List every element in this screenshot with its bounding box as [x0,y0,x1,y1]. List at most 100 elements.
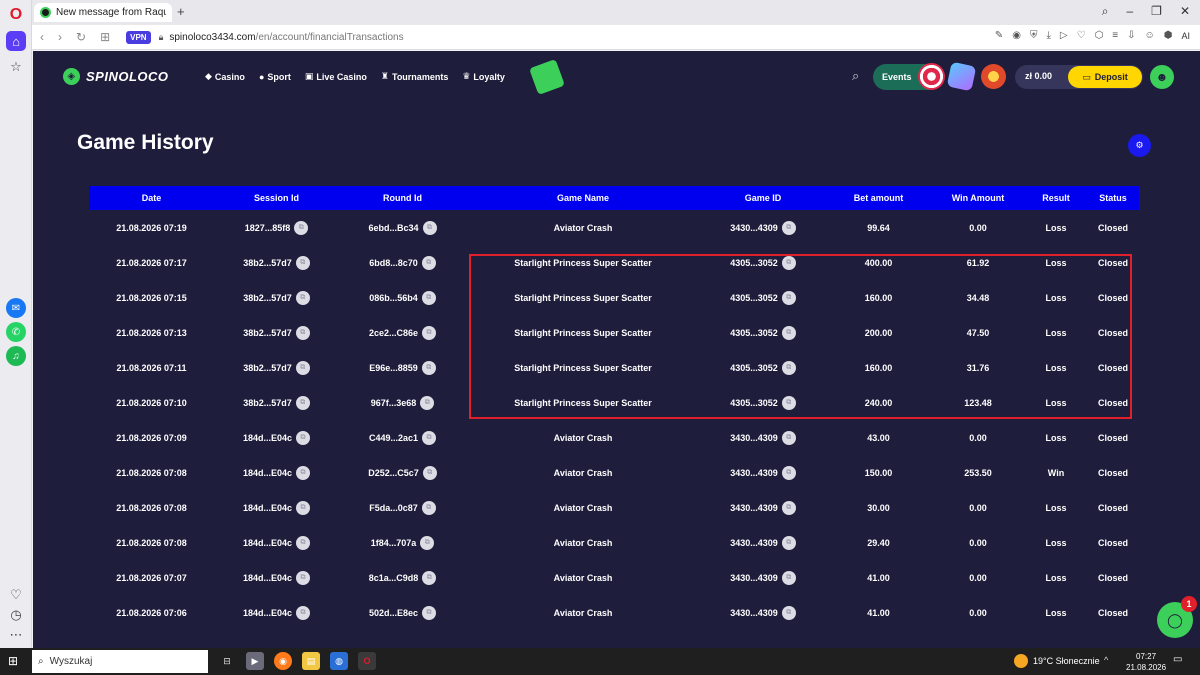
copy-icon[interactable]: ⧉ [422,325,437,340]
nav-sport[interactable]: ● Sport [259,71,291,82]
firefox-icon[interactable]: ◉ [274,652,292,670]
copy-icon[interactable]: ⧉ [781,570,796,585]
bookmark-star-icon[interactable]: ☆ [6,57,26,77]
copy-icon[interactable]: ⧉ [296,570,311,585]
lock-icon[interactable]: 🔒︎ [159,32,164,43]
copy-icon[interactable]: ⧉ [421,290,436,305]
copy-icon[interactable]: ⧉ [421,500,436,515]
header-bet-amount[interactable]: Bet amount [826,193,931,203]
copy-icon[interactable]: ⧉ [295,255,310,270]
browser-tab[interactable]: New message from Raqu [34,3,172,22]
deposit-button[interactable]: ▭ Deposit [1068,66,1142,88]
maximize-icon[interactable]: ❐ [1151,4,1162,19]
cash-promo-icon[interactable] [529,59,565,95]
header-win-amount[interactable]: Win Amount [931,193,1025,203]
workspace-home-icon[interactable]: ⌂ [6,31,26,51]
copy-icon[interactable]: ⧉ [422,430,437,445]
system-tray-chevron-icon[interactable]: ^ [1104,655,1108,665]
history-clock-icon[interactable]: ◷ [6,605,26,625]
copy-icon[interactable]: ⧉ [295,290,310,305]
copy-icon[interactable]: ⧉ [294,220,309,235]
heart-icon[interactable]: ♡ [6,585,26,605]
filter-settings-button[interactable]: ⚙ [1128,134,1151,157]
nav-tournaments[interactable]: ♜ Tournaments [381,71,448,82]
nav-loyalty[interactable]: ♛ Loyalty [462,71,505,82]
header-status[interactable]: Status [1087,193,1139,203]
whatsapp-icon[interactable]: ✆ [6,322,26,342]
copy-icon[interactable]: ⧉ [421,255,436,270]
search-tabs-icon[interactable]: ⌕ [1102,4,1109,19]
copy-icon[interactable]: ⧉ [422,220,437,235]
copy-icon[interactable]: ⧉ [781,325,796,340]
header-round-id[interactable]: Round Id [339,193,466,203]
copy-icon[interactable]: ⧉ [781,430,796,445]
copy-icon[interactable]: ⧉ [781,290,796,305]
copy-icon[interactable]: ⧉ [295,360,310,375]
ai-button[interactable]: AI [1181,31,1190,41]
nav-live-casino[interactable]: ▣ Live Casino [305,71,367,82]
balance-amount[interactable]: zł 0.00 [1025,71,1052,81]
speed-dial-icon[interactable]: ⊞ [100,30,110,44]
menu-lines-icon[interactable]: ≡ [1112,30,1118,41]
opera-logo-icon[interactable]: O [6,5,26,25]
reload-icon[interactable]: ↻ [76,30,86,44]
messenger-icon[interactable]: ✉ [6,298,26,318]
extensions-icon[interactable]: ⬢ [1164,30,1173,41]
copy-icon[interactable]: ⧉ [421,360,436,375]
copy-icon[interactable]: ⧉ [781,500,796,515]
copy-icon[interactable]: ⧉ [422,465,437,480]
rocket-icon[interactable] [981,64,1006,89]
weather-widget[interactable]: 19°C Słonecznie [1014,654,1100,668]
back-icon[interactable]: ‹ [40,30,44,44]
camera-icon[interactable]: ◉ [1012,30,1021,41]
heart-icon[interactable]: ♡ [1077,30,1086,41]
copy-icon[interactable]: ⧉ [422,570,437,585]
new-tab-button[interactable]: + [177,4,185,19]
nav-casino[interactable]: ◆ Casino [205,71,245,82]
copy-icon[interactable]: ⧉ [296,465,311,480]
taskbar-clock[interactable]: 07:27 21.08.2026 [1126,651,1166,673]
site-logo[interactable]: ◈ SPINOLOCO [63,68,169,85]
copy-icon[interactable]: ⧉ [781,360,796,375]
events-button[interactable]: Events [873,63,945,90]
copy-icon[interactable]: ⧉ [781,535,796,550]
chat-button[interactable]: ◯ 1 [1157,596,1197,638]
copy-icon[interactable]: ⧉ [296,535,311,550]
copy-icon[interactable]: ⧉ [422,605,437,620]
copy-icon[interactable]: ⧉ [781,220,796,235]
gift-box-icon[interactable] [946,61,977,92]
copy-icon[interactable]: ⧉ [295,395,310,410]
file-explorer-icon[interactable]: ▤ [302,652,320,670]
header-session-id[interactable]: Session Id [214,193,339,203]
copy-icon[interactable]: ⧉ [296,430,311,445]
header-result[interactable]: Result [1025,193,1087,203]
cube-icon[interactable]: ⬡ [1095,30,1104,41]
copy-icon[interactable]: ⧉ [295,325,310,340]
copy-icon[interactable]: ⧉ [420,535,435,550]
spotify-icon[interactable]: ♫ [6,346,26,366]
copy-icon[interactable]: ⧉ [420,395,435,410]
profile-icon[interactable]: ☺ [1145,30,1155,41]
copy-icon[interactable]: ⧉ [781,395,796,410]
vpn-badge[interactable]: VPN [126,30,151,44]
app-icon[interactable]: ◍ [330,652,348,670]
task-view-icon[interactable]: ⊟ [218,652,236,670]
media-player-icon[interactable]: ▶ [246,652,264,670]
shield-icon[interactable]: ⛨ [1030,30,1038,41]
downloads-icon[interactable]: ⇩ [1127,30,1135,41]
more-dots-icon[interactable]: ⋯ [6,625,26,645]
taskbar-search[interactable]: ⌕ Wyszukaj [32,650,208,673]
copy-icon[interactable]: ⧉ [781,605,796,620]
url-field[interactable]: spinoloco3434.com/en/account/financialTr… [169,32,403,43]
play-icon[interactable]: ▷ [1060,30,1068,41]
copy-icon[interactable]: ⧉ [781,465,796,480]
search-icon[interactable]: ⌕ [852,68,859,84]
user-avatar-icon[interactable]: ☻ [1150,65,1174,89]
forward-icon[interactable]: › [58,30,62,44]
edit-icon[interactable]: ✎ [995,30,1003,41]
copy-icon[interactable]: ⧉ [781,255,796,270]
close-icon[interactable]: ✕ [1180,4,1190,19]
copy-icon[interactable]: ⧉ [296,605,311,620]
header-game-name[interactable]: Game Name [466,193,700,203]
copy-icon[interactable]: ⧉ [296,500,311,515]
